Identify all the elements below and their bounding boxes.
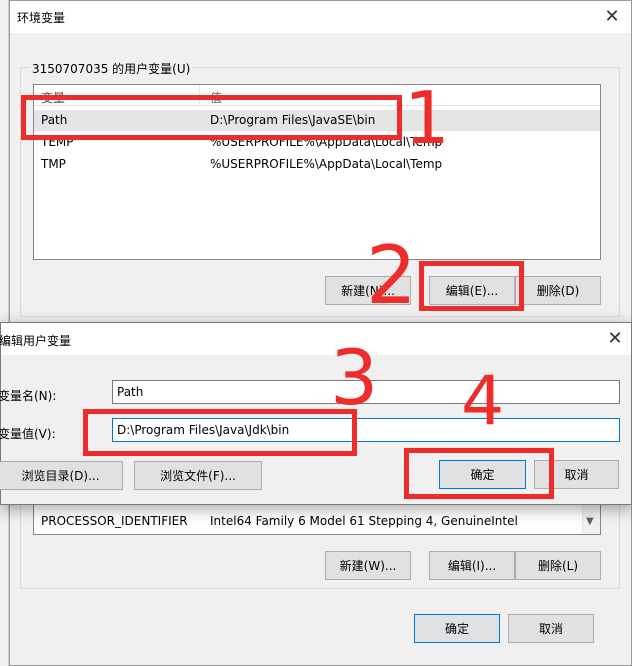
variable-name-label: 变量名(N): — [0, 389, 57, 403]
annotation-box-value-field — [83, 409, 357, 456]
user-delete-button[interactable]: 删除(D) — [515, 276, 601, 305]
env-dialog-title: 环境变量 — [17, 11, 66, 25]
row-name: TMP — [41, 157, 66, 171]
env-ok-button[interactable]: 确定 — [414, 614, 500, 643]
annotation-box-edit-button — [419, 261, 524, 311]
close-icon[interactable]: ✕ — [603, 327, 627, 351]
system-new-button[interactable]: 新建(W)... — [325, 551, 411, 580]
table-row[interactable]: PROCESSOR_IDENTIFIER Intel64 Family 6 Mo… — [34, 512, 582, 533]
browse-directory-button[interactable]: 浏览目录(D)... — [0, 461, 123, 490]
edit-dialog-title: 编辑用户变量 — [0, 334, 72, 348]
user-vars-label: 3150707035 的用户变量(U) — [30, 60, 193, 77]
row-value: Intel64 Family 6 Model 61 Stepping 4, Ge… — [210, 514, 518, 528]
annotation-box-path-row — [21, 95, 402, 140]
system-edit-button[interactable]: 编辑(I)... — [429, 551, 515, 580]
annotation-box-ok-button — [404, 448, 554, 499]
annotation-number-4: 4 — [461, 362, 505, 441]
browse-file-button[interactable]: 浏览文件(F)... — [134, 461, 262, 490]
table-row[interactable]: TMP %USERPROFILE%\AppData\Local\Temp — [34, 154, 600, 175]
annotation-number-2: 2 — [366, 229, 417, 322]
chevron-down-icon[interactable]: ▼ — [586, 516, 594, 527]
variable-value-label: 变量值(V): — [0, 427, 56, 441]
edit-dialog-titlebar: 编辑用户变量 ✕ — [0, 323, 631, 355]
row-name: PROCESSOR_IDENTIFIER — [41, 514, 188, 528]
annotation-number-1: 1 — [404, 76, 450, 160]
close-icon[interactable]: ✕ — [600, 5, 624, 29]
system-delete-button[interactable]: 删除(L) — [515, 551, 601, 580]
env-cancel-button[interactable]: 取消 — [508, 614, 594, 643]
env-dialog-titlebar: 环境变量 ✕ — [10, 1, 631, 33]
annotation-number-3: 3 — [330, 333, 379, 422]
